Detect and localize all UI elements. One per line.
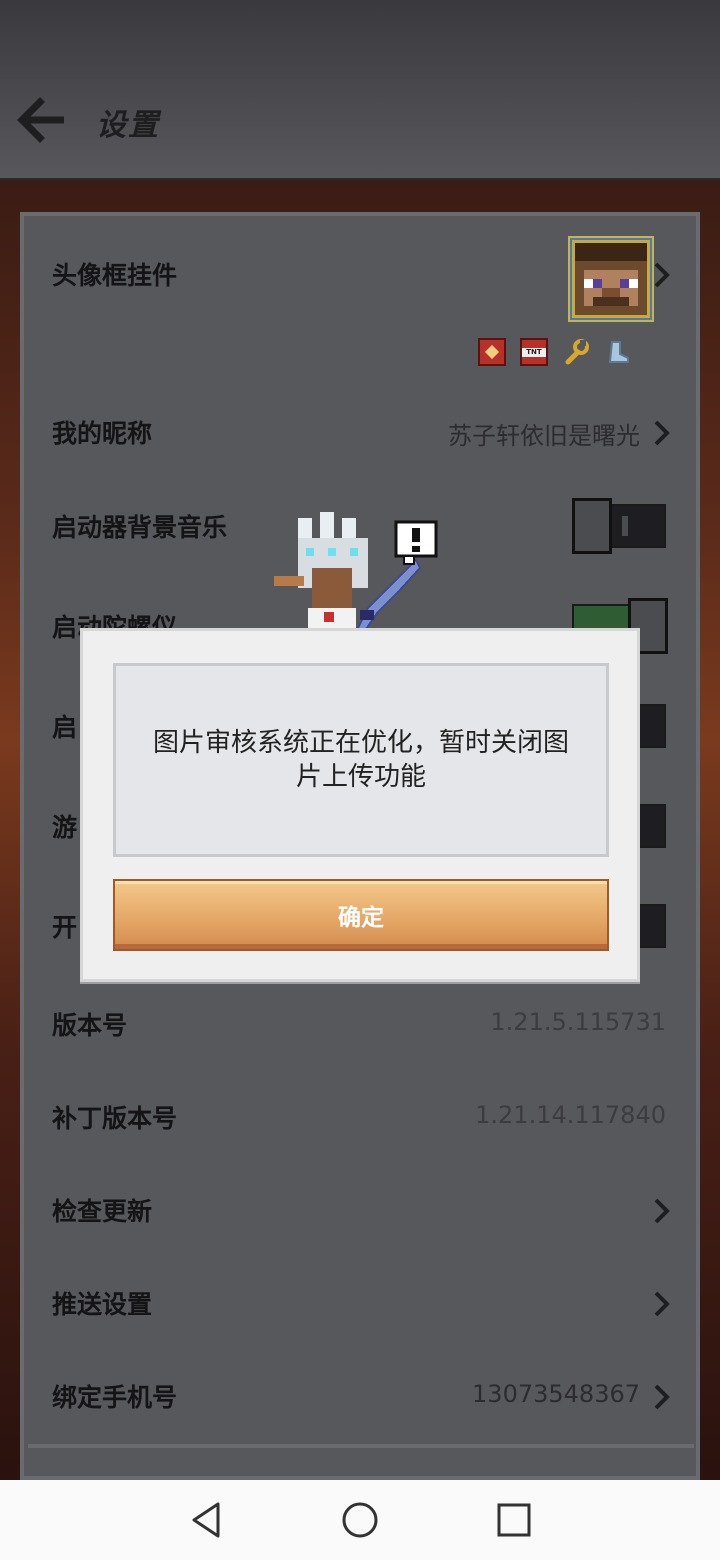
nav-back-icon[interactable]	[186, 1500, 226, 1540]
avatar-frame-label: 头像框挂件	[52, 261, 178, 290]
bind-phone-value: 13073548367	[472, 1380, 640, 1408]
nickname-label: 我的昵称	[52, 419, 153, 448]
launcher-music-toggle[interactable]	[572, 498, 668, 554]
check-update-label: 检查更新	[52, 1197, 153, 1226]
tnt-icon: TNT	[520, 338, 548, 366]
chevron-right-icon	[654, 1384, 670, 1410]
redstone-icon	[478, 338, 506, 366]
ok-button[interactable]: 确定	[113, 879, 609, 951]
dialog-message-box: 图片审核系统正在优化，暂时关闭图片上传功能	[113, 663, 609, 857]
patch-version-value: 1.21.14.117840	[475, 1101, 666, 1129]
chevron-right-icon	[654, 262, 670, 288]
header-bar: 设置	[0, 0, 720, 180]
nickname-value: 苏子轩依旧是曙光	[448, 422, 640, 450]
chevron-right-icon	[654, 1198, 670, 1224]
setting-row-5-label: 启	[52, 713, 78, 742]
nickname-row[interactable]: 我的昵称 苏子轩依旧是曙光	[52, 404, 672, 464]
chevron-right-icon	[654, 1291, 670, 1317]
nav-recents-icon[interactable]	[494, 1500, 534, 1540]
alert-dialog: 图片审核系统正在优化，暂时关闭图片上传功能 确定	[80, 628, 640, 982]
wrench-icon	[565, 339, 589, 365]
nav-home-icon[interactable]	[340, 1500, 380, 1540]
push-settings-label: 推送设置	[52, 1290, 153, 1319]
dialog-message: 图片审核系统正在优化，暂时关闭图片上传功能	[152, 728, 569, 792]
patch-version-label: 补丁版本号	[52, 1104, 178, 1133]
boot-icon	[608, 341, 629, 363]
back-button[interactable]	[14, 96, 70, 144]
launcher-music-label: 启动器背景音乐	[52, 513, 228, 542]
bind-phone-label: 绑定手机号	[52, 1383, 178, 1412]
setting-row-7-label: 开	[52, 913, 78, 942]
bind-phone-row[interactable]: 绑定手机号 13073548367	[52, 1368, 672, 1428]
version-value: 1.21.5.115731	[490, 1008, 666, 1036]
arrow-left-icon	[17, 97, 64, 143]
check-update-row[interactable]: 检查更新	[52, 1182, 672, 1242]
page-title: 设置	[96, 108, 160, 143]
avatar[interactable]	[572, 240, 650, 318]
patch-version-row: 补丁版本号 1.21.14.117840	[52, 1089, 672, 1149]
push-settings-row[interactable]: 推送设置	[52, 1275, 672, 1335]
setting-row-6-label: 游	[52, 813, 78, 842]
version-row: 版本号 1.21.5.115731	[52, 996, 672, 1056]
panel-divider	[28, 1444, 694, 1448]
chevron-right-icon	[654, 420, 670, 446]
system-nav-bar	[0, 1480, 720, 1560]
version-label: 版本号	[52, 1011, 128, 1040]
character-sprite	[274, 512, 438, 638]
